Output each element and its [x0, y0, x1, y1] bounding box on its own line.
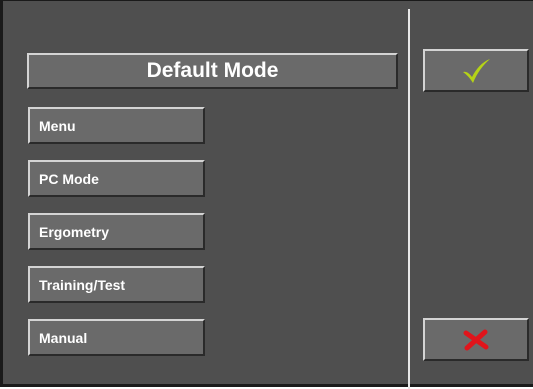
confirm-button[interactable] [423, 49, 529, 92]
manual-button[interactable]: Manual [28, 319, 205, 356]
ergometry-button[interactable]: Ergometry [28, 213, 205, 250]
screen: Default Mode Menu PC Mode Ergometry Trai… [0, 0, 533, 389]
page-title: Default Mode [27, 53, 398, 89]
pc-mode-button[interactable]: PC Mode [28, 160, 205, 197]
menu-button-label: Menu [39, 117, 76, 134]
menu-button[interactable]: Menu [28, 107, 205, 144]
ergometry-button-label: Ergometry [39, 223, 110, 240]
panel-divider [408, 9, 410, 389]
cross-icon [463, 329, 489, 351]
page-title-text: Default Mode [146, 59, 279, 82]
training-test-button-label: Training/Test [39, 276, 126, 293]
manual-button-label: Manual [39, 329, 88, 346]
cancel-button[interactable] [423, 318, 529, 361]
training-test-button[interactable]: Training/Test [28, 266, 205, 303]
pc-mode-button-label: PC Mode [39, 170, 99, 187]
checkmark-icon [460, 57, 492, 85]
